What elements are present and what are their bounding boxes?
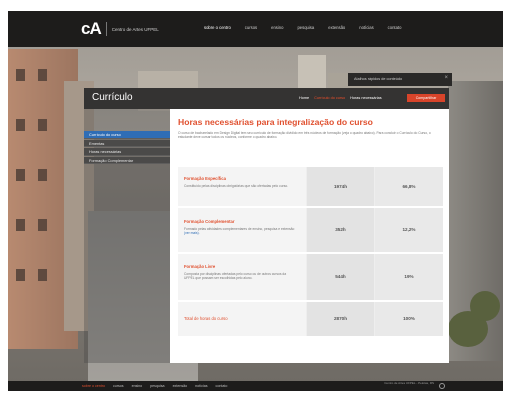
row-name: Formação Livre bbox=[184, 264, 216, 269]
menu-item-sobre[interactable]: sobre o centro bbox=[204, 25, 231, 30]
row-description-text: Composta por disciplinas ofertadas pelo … bbox=[184, 272, 287, 281]
percent-cell: 19% bbox=[375, 254, 443, 300]
hours-cell: 544h bbox=[307, 254, 374, 300]
quick-links-popup: Atalhos rápidos de conteúdo × bbox=[348, 73, 452, 86]
footer-credit: Centro de Artes UFPEL - Pelotas, RS bbox=[384, 381, 434, 385]
menu-item-noticias[interactable]: notícias bbox=[359, 25, 373, 30]
footer-item-ensino[interactable]: ensino bbox=[132, 384, 143, 388]
table-row: Formação Específica Constituído pelas di… bbox=[178, 167, 443, 206]
modal-sidebar: Currículo do curso Ementas Horas necessá… bbox=[84, 109, 170, 363]
close-icon[interactable]: × bbox=[444, 75, 448, 81]
footer-bar: sobre o centro cursos ensino pesquisa ex… bbox=[8, 381, 503, 391]
footer-menu: sobre o centro cursos ensino pesquisa ex… bbox=[82, 384, 227, 388]
row-hours: 544h bbox=[335, 274, 346, 279]
hours-cell: 352h bbox=[307, 208, 374, 252]
row-hours: 2870h bbox=[333, 316, 348, 321]
bg-window bbox=[38, 169, 47, 181]
menu-item-pesquisa[interactable]: pesquisa bbox=[297, 25, 314, 30]
row-percent: 19% bbox=[404, 274, 414, 279]
bg-window bbox=[38, 219, 47, 231]
menu-item-cursos[interactable]: cursos bbox=[245, 25, 257, 30]
hours-cell: 2870h bbox=[307, 302, 374, 336]
top-navigation-bar: cA Centro de Artes UFPEL sobre o centro … bbox=[8, 11, 503, 47]
bg-window bbox=[38, 269, 47, 281]
table-row: Formação Complementar Formado pelas ativ… bbox=[178, 208, 443, 252]
sidebar-item-horas[interactable]: Horas necessárias bbox=[84, 148, 170, 156]
content-description: O curso de bacharelado em Design Digital… bbox=[178, 131, 431, 140]
table-row-total: Total de horas do curso 2870h 100% bbox=[178, 302, 443, 336]
bg-window bbox=[16, 169, 25, 181]
bg-window bbox=[38, 69, 47, 81]
row-percent: 12,2% bbox=[402, 227, 416, 232]
percent-cell: 12,2% bbox=[375, 208, 443, 252]
site-logo[interactable]: cA Centro de Artes UFPEL bbox=[81, 19, 159, 39]
percent-cell: 100% bbox=[375, 302, 443, 336]
logo-text: Centro de Artes UFPEL bbox=[111, 26, 159, 32]
hours-cell: 1974h bbox=[307, 167, 374, 206]
content-title: Horas necessárias para integralização do… bbox=[178, 117, 373, 127]
modal-title: Currículo bbox=[92, 92, 133, 103]
row-description-text: Formado pelas atividades complementares … bbox=[184, 227, 295, 231]
sidebar-item-formacao[interactable]: Formação Complementar bbox=[84, 156, 170, 164]
menu-item-extensao[interactable]: extensão bbox=[328, 25, 345, 30]
popup-title: Atalhos rápidos de conteúdo bbox=[354, 77, 403, 81]
share-button[interactable]: Compartilhar bbox=[407, 94, 445, 102]
breadcrumb: Home Currículo do curso Horas necessária… bbox=[299, 96, 382, 100]
footer-item-noticias[interactable]: notícias bbox=[195, 384, 207, 388]
row-name: Formação Complementar bbox=[184, 219, 235, 224]
row-name: Total de horas do curso bbox=[184, 316, 228, 321]
menu-item-ensino[interactable]: ensino bbox=[271, 25, 283, 30]
footer-item-pesquisa[interactable]: pesquisa bbox=[150, 384, 164, 388]
row-hours: 1974h bbox=[333, 184, 348, 189]
breadcrumb-home[interactable]: Home bbox=[299, 96, 309, 100]
menu-item-contato[interactable]: contato bbox=[388, 25, 402, 30]
screenshot-frame: cA Centro de Artes UFPEL sobre o centro … bbox=[0, 0, 511, 398]
bg-window bbox=[16, 219, 25, 231]
percent-cell: 66,8% bbox=[375, 167, 443, 206]
sidebar-item-curriculo[interactable]: Currículo do curso bbox=[84, 131, 170, 139]
footer-item-extensao[interactable]: extensão bbox=[173, 384, 188, 388]
row-description: Formado pelas atividades complementares … bbox=[184, 227, 296, 236]
footer-item-contato[interactable]: contato bbox=[216, 384, 228, 388]
row-description: Composta por disciplinas ofertadas pelo … bbox=[184, 272, 296, 281]
bg-window bbox=[16, 269, 25, 281]
bg-window bbox=[16, 69, 25, 81]
sidebar-item-ementas[interactable]: Ementas bbox=[84, 139, 170, 147]
bg-tree bbox=[470, 291, 500, 321]
bg-window bbox=[38, 119, 47, 131]
row-description: Constituído pelas disciplinas obrigatóri… bbox=[184, 184, 296, 188]
logo-mark: cA bbox=[81, 19, 102, 38]
globe-icon[interactable] bbox=[439, 383, 445, 389]
ver-mais-link[interactable]: (ver mais). bbox=[184, 231, 200, 235]
row-percent: 66,8% bbox=[402, 184, 416, 189]
row-percent: 100% bbox=[403, 316, 415, 321]
browser-viewport: cA Centro de Artes UFPEL sobre o centro … bbox=[8, 11, 503, 391]
table-row: Formação Livre Composta por disciplinas … bbox=[178, 254, 443, 300]
footer-item-sobre[interactable]: sobre o centro bbox=[82, 384, 105, 388]
modal-header: Currículo Home Currículo do curso Horas … bbox=[84, 88, 449, 109]
logo-divider bbox=[105, 22, 107, 36]
footer-item-cursos[interactable]: cursos bbox=[113, 384, 124, 388]
row-hours: 352h bbox=[335, 227, 346, 232]
breadcrumb-curriculo[interactable]: Currículo do curso bbox=[314, 96, 345, 100]
row-description-text: Constituído pelas disciplinas obrigatóri… bbox=[184, 184, 289, 188]
bg-window bbox=[16, 119, 25, 131]
main-menu: sobre o centro cursos ensino pesquisa ex… bbox=[204, 25, 401, 30]
breadcrumb-horas[interactable]: Horas necessárias bbox=[350, 96, 381, 100]
modal-content: Horas necessárias para integralização do… bbox=[170, 109, 449, 363]
row-name: Formação Específica bbox=[184, 176, 226, 181]
